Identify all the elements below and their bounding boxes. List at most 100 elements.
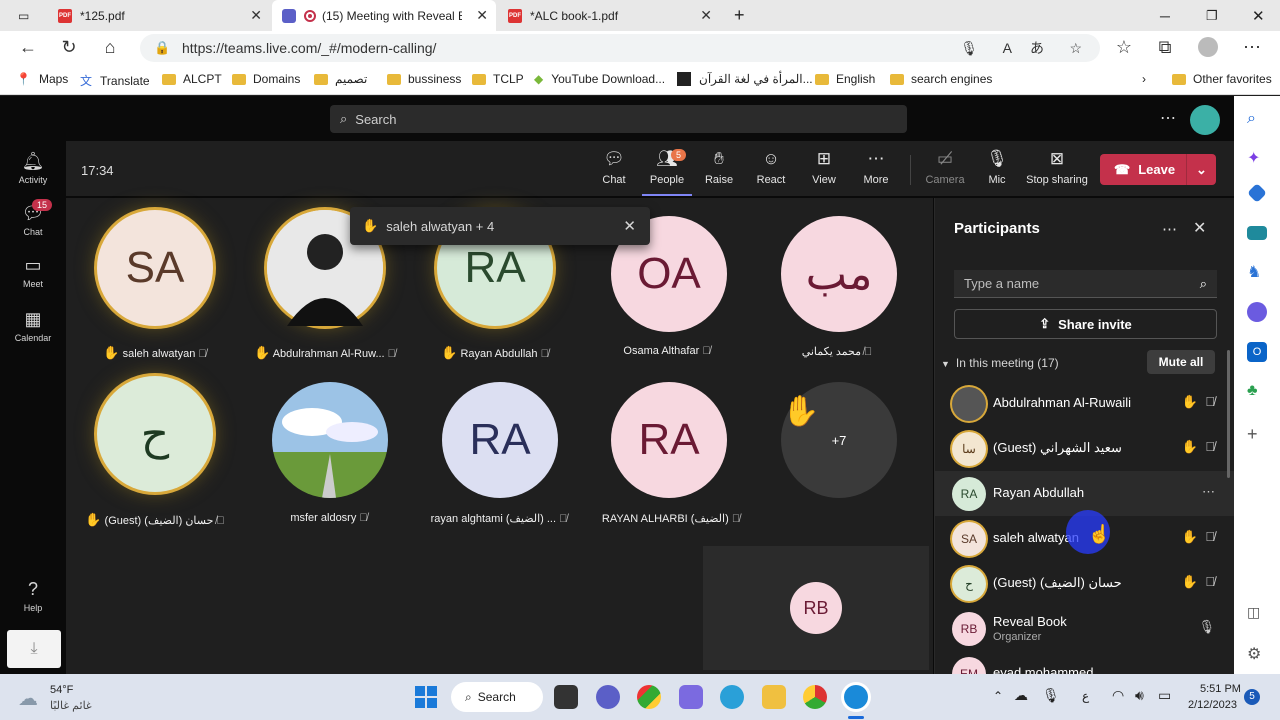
close-icon[interactable]: ✕ bbox=[1193, 218, 1206, 238]
tile-avatar[interactable]: RA bbox=[442, 382, 558, 498]
chat-button[interactable]: 💬︎ Chat bbox=[589, 149, 639, 186]
rail-help[interactable]: ? Help bbox=[0, 579, 66, 613]
camera-button[interactable]: ▭̸ Camera bbox=[920, 149, 970, 186]
participant-row[interactable]: Abdulrahman Al-Ruwaili ✋ 🎙̸ bbox=[935, 381, 1235, 426]
sparkle-icon[interactable]: ✦ bbox=[1247, 148, 1267, 168]
teams-chat-icon[interactable] bbox=[596, 685, 620, 709]
close-icon[interactable]: ✕ bbox=[250, 7, 262, 24]
profile-avatar[interactable] bbox=[1196, 37, 1220, 62]
tab-125-pdf[interactable]: PDF *125.pdf ✕ bbox=[48, 0, 270, 31]
app-icon[interactable] bbox=[637, 685, 661, 709]
clock-date[interactable]: 2/12/2023 bbox=[1188, 699, 1237, 711]
translate-icon[interactable]: あ bbox=[1030, 38, 1044, 58]
office-icon[interactable] bbox=[1247, 302, 1267, 322]
fav-translate[interactable]: 文 Translate bbox=[80, 72, 150, 89]
rail-meet[interactable]: ▭ Meet bbox=[0, 255, 66, 289]
settings-icon[interactable]: ⚙ bbox=[1247, 644, 1267, 664]
fav-design[interactable]: تصميم bbox=[314, 72, 367, 86]
refresh-icon[interactable]: ↻ bbox=[57, 37, 81, 58]
tab-alc-book-pdf[interactable]: PDF *ALC book-1.pdf ✕ bbox=[498, 0, 720, 31]
user-avatar[interactable] bbox=[1190, 105, 1220, 135]
mic-button[interactable]: 🎙︎ Mic bbox=[972, 149, 1022, 186]
outlook-icon[interactable]: O bbox=[1247, 342, 1267, 362]
participant-row[interactable]: RB Reveal Book Organizer 🎙 bbox=[935, 606, 1235, 651]
participant-row[interactable]: سا (Guest) سعيد الشهراني ✋ 🎙̸ bbox=[935, 426, 1235, 471]
fav-youtube-download[interactable]: ◆ YouTube Download... bbox=[534, 72, 665, 86]
row-more-icon[interactable]: ⋯ bbox=[1202, 484, 1215, 500]
tile-avatar[interactable]: RA bbox=[611, 382, 727, 498]
copilot-icon[interactable] bbox=[679, 685, 703, 709]
more-menu-icon[interactable]: ⋯ bbox=[1240, 37, 1264, 58]
url-field[interactable]: 🔒 https://teams.live.com/_#/modern-calli… bbox=[140, 34, 1100, 62]
fav-bussiness[interactable]: bussiness bbox=[387, 72, 461, 86]
in-meeting-header[interactable]: ▼ In this meeting (17) bbox=[941, 356, 1059, 370]
telegram-icon[interactable] bbox=[720, 685, 744, 709]
search-icon[interactable]: ⌕ bbox=[1247, 110, 1267, 130]
teams-search-input[interactable]: ⌕ Search bbox=[330, 105, 907, 133]
task-view-icon[interactable] bbox=[554, 685, 578, 709]
view-button[interactable]: ⊞ View bbox=[799, 149, 849, 186]
close-window-button[interactable]: ✕ bbox=[1242, 0, 1275, 31]
participant-row[interactable]: EM eyad mohammed bbox=[935, 651, 1235, 674]
download-app-button[interactable]: ⤓ bbox=[7, 630, 61, 668]
leave-button[interactable]: ☎ Leave ⌄ bbox=[1100, 154, 1216, 185]
participant-search-input[interactable]: Type a name ⌕ bbox=[954, 270, 1217, 298]
fav-english[interactable]: English bbox=[815, 72, 875, 86]
favorite-star-icon[interactable]: ☆ bbox=[1069, 40, 1082, 57]
people-button[interactable]: 👥︎ People 5 bbox=[642, 149, 692, 196]
stop-sharing-button[interactable]: ⊠ Stop sharing bbox=[1024, 149, 1090, 186]
notification-badge[interactable]: 5 bbox=[1244, 689, 1260, 705]
fav-alcpt[interactable]: ALCPT bbox=[162, 72, 222, 86]
volume-icon[interactable]: 🔊︎ bbox=[1135, 687, 1144, 704]
chevron-right-icon[interactable]: › bbox=[1142, 72, 1146, 86]
clock-time[interactable]: 5:51 PM bbox=[1200, 683, 1241, 695]
tab-teams-meeting[interactable]: (15) Meeting with Reveal Bo ✕ bbox=[272, 0, 496, 31]
games-icon[interactable]: ♞ bbox=[1247, 262, 1267, 282]
rail-chat[interactable]: 💬︎ Chat 15 bbox=[0, 199, 66, 237]
read-aloud-icon[interactable]: A bbox=[1003, 40, 1012, 56]
fav-other[interactable]: Other favorites bbox=[1172, 72, 1272, 86]
more-button[interactable]: ⋯ More bbox=[851, 149, 901, 186]
weather-widget[interactable]: ☁ 54°F غائم غالبًا bbox=[18, 682, 118, 714]
tile-avatar[interactable]: SA bbox=[97, 210, 213, 326]
file-explorer-icon[interactable] bbox=[762, 685, 786, 709]
close-icon[interactable]: ✕ bbox=[623, 217, 636, 235]
rail-activity[interactable]: 🔔︎ Activity bbox=[0, 151, 66, 185]
participant-row[interactable]: ح (Guest) (الضيف) حسان ✋ 🎙̸ bbox=[935, 561, 1235, 606]
tile-avatar[interactable]: مب bbox=[781, 216, 897, 332]
sidebar-toggle-icon[interactable]: ◫ bbox=[1247, 604, 1267, 624]
edge-icon[interactable] bbox=[844, 685, 868, 709]
chevron-down-icon[interactable]: ⌄ bbox=[1186, 154, 1216, 185]
close-icon[interactable]: ✕ bbox=[476, 7, 488, 24]
fav-quran[interactable]: المرأة في لغة القرآن... bbox=[677, 72, 813, 86]
chevron-up-icon[interactable]: ⌃ bbox=[993, 689, 1003, 703]
language-indicator[interactable]: ع bbox=[1082, 689, 1089, 703]
fav-maps[interactable]: 📍 Maps bbox=[16, 72, 68, 86]
maximize-button[interactable]: ❐ bbox=[1196, 0, 1228, 31]
share-invite-button[interactable]: ⇪ Share invite bbox=[954, 309, 1217, 339]
panel-more-icon[interactable]: ⋯ bbox=[1162, 220, 1177, 238]
raised-hands-notification[interactable]: ✋ saleh alwatyan + 4 ✕ bbox=[350, 207, 650, 245]
mute-all-button[interactable]: Mute all bbox=[1147, 350, 1215, 374]
fav-tclp[interactable]: TCLP bbox=[472, 72, 524, 86]
tab-actions-icon[interactable]: ▭ bbox=[8, 0, 38, 31]
mic-icon[interactable]: 🎙 bbox=[1042, 687, 1060, 704]
fav-search-engines[interactable]: search engines bbox=[890, 72, 992, 86]
tile-avatar[interactable]: ح bbox=[97, 376, 213, 492]
wifi-icon[interactable]: ◠ bbox=[1112, 687, 1124, 704]
battery-icon[interactable]: ▭ bbox=[1158, 687, 1171, 704]
fav-domains[interactable]: Domains bbox=[232, 72, 300, 86]
mic-icon[interactable]: 🎙 bbox=[960, 40, 978, 57]
minimize-button[interactable]: ─ bbox=[1150, 0, 1180, 31]
rail-calendar[interactable]: ▦ Calendar bbox=[0, 309, 66, 343]
start-windows-icon[interactable] bbox=[414, 685, 438, 709]
chrome-icon[interactable] bbox=[803, 685, 827, 709]
home-icon[interactable]: ⌂ bbox=[98, 37, 122, 58]
tile-photo-avatar[interactable] bbox=[272, 382, 388, 498]
taskbar-search[interactable]: ⌕ Search bbox=[451, 682, 543, 712]
add-icon[interactable]: + bbox=[1247, 424, 1267, 444]
tools-icon[interactable] bbox=[1247, 226, 1267, 240]
teams-more-icon[interactable]: ⋯ bbox=[1160, 108, 1176, 128]
close-icon[interactable]: ✕ bbox=[700, 7, 712, 24]
raise-hand-button[interactable]: ✋︎ Raise bbox=[694, 149, 744, 186]
